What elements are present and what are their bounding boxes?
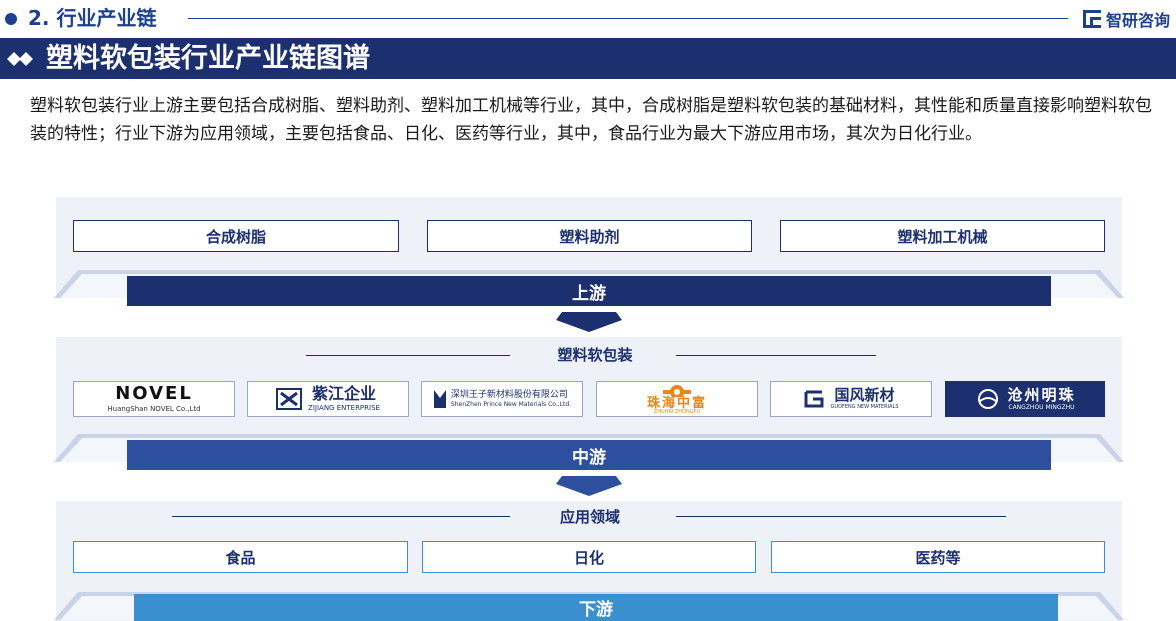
logo-text: NOVEL [115,383,193,404]
downstream-item: 日化 [422,541,756,573]
logo-text: 深圳王子新材料股份有限公司 [450,390,568,400]
logo-subtext: HuangShan NOVEL Co.,Ltd [107,405,201,413]
logo-subtext: CANGZHOU MINGZHU [1008,403,1075,411]
logo-text: 国风新材 [834,386,895,404]
company-logo-prince: 深圳王子新材料股份有限公司 ShenZhen Prince New Materi… [421,381,583,417]
bullet-icon [5,13,17,25]
industry-chain-diagram: 合成树脂 塑料助剂 塑料加工机械 上游 塑料软包装 NOVEL HuangSha… [0,193,1176,621]
section-divider [188,18,1068,19]
downstream-stage-bar: 下游 [134,594,1058,621]
guofeng-emblem-icon [804,390,824,408]
zijiang-emblem-icon [276,388,303,410]
gear-icon [662,385,691,397]
upstream-stage-bar: 上游 [127,276,1051,306]
title-banner: 塑料软包装行业产业链图谱 [0,38,1176,79]
prince-emblem-icon [433,390,446,408]
logo-subtext: ZHUHAI ZHONGFU [653,409,701,415]
logo-subtext: ZIJIANG ENTERPRISE [308,404,380,412]
logo-subtext: GUOFENG NEW MATERIALS [830,404,899,410]
logo-subtext: ShenZhen Prince New Materials Co.,Ltd. [450,400,572,408]
heading-rule [676,355,876,356]
logo-text: 紫江企业 [311,384,376,403]
heading-rule [306,355,510,356]
section-header: 2. 行业产业链 智研咨询 [0,0,1176,38]
brand-name: 智研咨询 [1105,11,1170,30]
brand-logo: 智研咨询 [1082,7,1170,31]
company-logo-mingzhu: 沧州明珠 CANGZHOU MINGZHU [945,381,1105,417]
diamond-pair-icon [7,52,33,66]
midstream-stage-bar: 中游 [127,440,1051,470]
downstream-item: 医药等 [771,541,1105,573]
logo-text: 沧州明珠 [1007,385,1076,404]
midstream-heading: 塑料软包装 [557,346,633,364]
upstream-item: 合成树脂 [73,220,399,252]
brand-mark-icon [1082,10,1101,28]
page-title: 塑料软包装行业产业链图谱 [46,43,370,74]
company-logo-novel: NOVEL HuangShan NOVEL Co.,Ltd [73,381,235,417]
heading-rule [676,516,1006,517]
mingzhu-emblem-icon [978,389,999,409]
downstream-item: 食品 [73,541,408,573]
company-logo-zijiang: 紫江企业 ZIJIANG ENTERPRISE [247,381,409,417]
section-title: 2. 行业产业链 [28,6,157,30]
down-arrow-icon [556,312,622,332]
company-logo-zhongfu: 珠海中富 ZHUHAI ZHONGFU [596,381,758,417]
heading-rule [172,516,510,517]
down-arrow-icon [556,476,622,496]
upstream-item: 塑料助剂 [427,220,752,252]
upstream-item: 塑料加工机械 [780,220,1105,252]
description-text: 塑料软包装行业上游主要包括合成树脂、塑料助剂、塑料加工机械等行业，其中，合成树脂… [30,96,1152,144]
downstream-heading: 应用领域 [559,508,620,526]
company-logo-guofeng: 国风新材 GUOFENG NEW MATERIALS [770,381,932,417]
